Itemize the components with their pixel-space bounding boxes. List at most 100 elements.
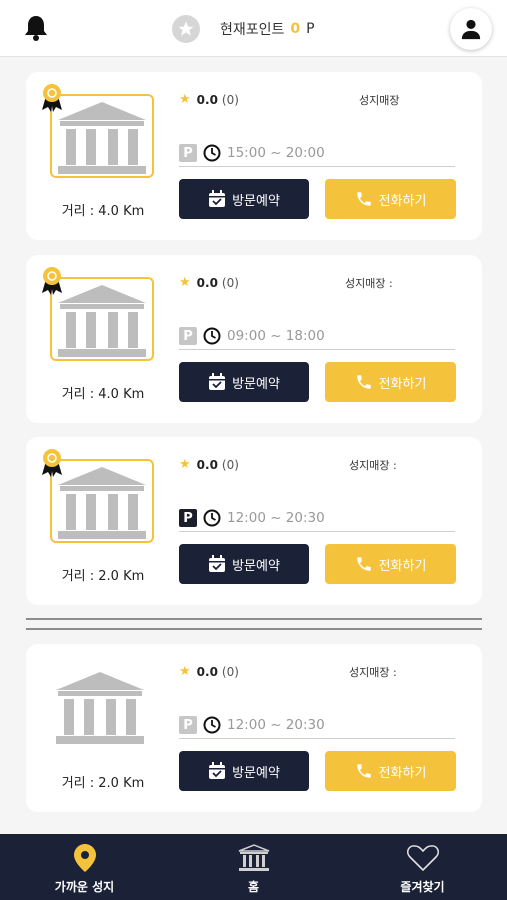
clock-icon xyxy=(203,716,221,734)
rating-count: (0) xyxy=(221,457,239,472)
user-icon xyxy=(461,19,481,40)
call-button[interactable]: 전화하기 xyxy=(325,544,456,584)
phone-icon xyxy=(356,764,371,778)
temple-icon xyxy=(56,672,144,744)
hours-row: P 12:00 ~ 20:30 xyxy=(179,505,455,532)
top-header: 현재포인트 0 P xyxy=(0,0,507,57)
bottom-tab-bar: 가까운 성지 홈 즐겨찾기 xyxy=(0,834,507,900)
star-icon: ★ xyxy=(179,457,191,472)
distance-label: 거리 : 2.0 Km xyxy=(61,776,145,791)
hours-row: P 09:00 ~ 18:00 xyxy=(179,323,455,350)
hours-text: 12:00 ~ 20:30 xyxy=(227,717,325,733)
call-button-label: 전화하기 xyxy=(378,376,427,392)
visit-reservation-button[interactable]: 방문예약 xyxy=(179,362,309,402)
store-thumbnail xyxy=(42,449,154,543)
rating-score: 0.0 xyxy=(196,664,218,679)
store-card[interactable]: 거리 : 4.0 Km ★ 0.0 (0) 성지매장 : P 09:00 ~ 18:00 방문… xyxy=(26,255,482,423)
calendar-icon xyxy=(209,555,226,572)
rating-score: 0.0 xyxy=(196,92,218,107)
hours-text: 09:00 ~ 18:00 xyxy=(227,328,325,344)
rating-score: 0.0 xyxy=(196,275,218,290)
tab-home[interactable]: 홈 xyxy=(169,834,338,900)
parking-icon: P xyxy=(179,327,197,345)
store-card[interactable]: 거리 : 2.0 Km ★ 0.0 (0) 성지매장 : P 12:00 ~ 20:30 방문… xyxy=(26,644,482,812)
visit-button-label: 방문예약 xyxy=(232,193,280,209)
points-unit: P xyxy=(306,21,315,37)
store-label: 성지매장 : xyxy=(349,459,397,472)
call-button[interactable]: 전화하기 xyxy=(325,362,456,402)
rating: ★ 0.0 (0) xyxy=(179,664,239,679)
distance-label: 거리 : 4.0 Km xyxy=(61,387,145,402)
call-button-label: 전화하기 xyxy=(378,765,427,781)
calendar-icon xyxy=(209,762,226,779)
visit-button-label: 방문예약 xyxy=(232,765,280,781)
user-profile-button[interactable] xyxy=(450,8,492,50)
call-button-label: 전화하기 xyxy=(378,193,427,209)
visit-reservation-button[interactable]: 방문예약 xyxy=(179,179,309,219)
tab-label: 가까운 성지 xyxy=(54,880,115,894)
rating-count: (0) xyxy=(221,92,239,107)
store-thumbnail xyxy=(42,267,154,361)
star-icon: ★ xyxy=(179,92,191,107)
phone-icon xyxy=(356,192,371,206)
building-icon xyxy=(237,844,271,872)
store-label: 성지매장 : xyxy=(345,277,393,290)
temple-icon xyxy=(58,102,146,174)
location-pin-icon xyxy=(73,844,96,872)
hours-text: 15:00 ~ 20:00 xyxy=(227,145,325,161)
medal-icon xyxy=(42,449,62,477)
points-value: 0 xyxy=(290,21,301,37)
hours-row: P 15:00 ~ 20:00 xyxy=(179,140,455,167)
phone-icon xyxy=(356,375,371,389)
rating: ★ 0.0 (0) xyxy=(179,275,239,290)
store-label: 성지매장 : xyxy=(349,666,397,679)
parking-icon: P xyxy=(179,716,197,734)
call-button[interactable]: 전화하기 xyxy=(325,179,456,219)
store-card[interactable]: 거리 : 2.0 Km ★ 0.0 (0) 성지매장 : P 12:00 ~ 20:30 방문… xyxy=(26,437,482,605)
store-thumbnail xyxy=(50,666,154,750)
call-button-label: 전화하기 xyxy=(378,558,427,574)
points-label: 현재포인트 xyxy=(220,22,285,38)
visit-button-label: 방문예약 xyxy=(232,558,280,574)
clock-icon xyxy=(203,509,221,527)
tab-nearby[interactable]: 가까운 성지 xyxy=(0,834,169,900)
section-divider xyxy=(26,628,482,630)
calendar-icon xyxy=(209,190,226,207)
parking-icon: P xyxy=(179,509,197,527)
calendar-icon xyxy=(209,373,226,390)
distance-label: 거리 : 4.0 Km xyxy=(61,204,145,219)
visit-reservation-button[interactable]: 방문예약 xyxy=(179,544,309,584)
store-thumbnail xyxy=(42,84,154,178)
star-icon: ★ xyxy=(179,275,191,290)
points-display: 현재포인트 0 P xyxy=(172,15,315,43)
clock-icon xyxy=(203,144,221,162)
call-button[interactable]: 전화하기 xyxy=(325,751,456,791)
distance-label: 거리 : 2.0 Km xyxy=(61,569,145,584)
temple-icon xyxy=(58,285,146,357)
medal-icon xyxy=(42,84,62,112)
hours-row: P 12:00 ~ 20:30 xyxy=(179,712,455,739)
hours-text: 12:00 ~ 20:30 xyxy=(227,510,325,526)
rating-score: 0.0 xyxy=(196,457,218,472)
temple-icon xyxy=(58,467,146,539)
visit-reservation-button[interactable]: 방문예약 xyxy=(179,751,309,791)
tab-label: 즐겨찾기 xyxy=(400,880,445,894)
store-card[interactable]: 거리 : 4.0 Km ★ 0.0 (0) 성지매장 P 15:00 ~ 20:00 방문예약… xyxy=(26,72,482,240)
tab-favorites[interactable]: 즐겨찾기 xyxy=(338,834,507,900)
medal-icon xyxy=(42,267,62,295)
star-icon: ★ xyxy=(179,664,191,679)
store-label: 성지매장 xyxy=(359,94,400,107)
rating-count: (0) xyxy=(221,275,239,290)
rating: ★ 0.0 (0) xyxy=(179,457,239,472)
clock-icon xyxy=(203,327,221,345)
phone-icon xyxy=(356,557,371,571)
section-divider xyxy=(26,618,482,620)
parking-icon: P xyxy=(179,144,197,162)
visit-button-label: 방문예약 xyxy=(232,376,280,392)
points-star-icon xyxy=(172,15,200,43)
bell-icon[interactable] xyxy=(20,12,52,44)
rating-count: (0) xyxy=(221,664,239,679)
rating: ★ 0.0 (0) xyxy=(179,92,239,107)
heart-icon xyxy=(406,844,440,872)
tab-label: 홈 xyxy=(247,880,260,894)
